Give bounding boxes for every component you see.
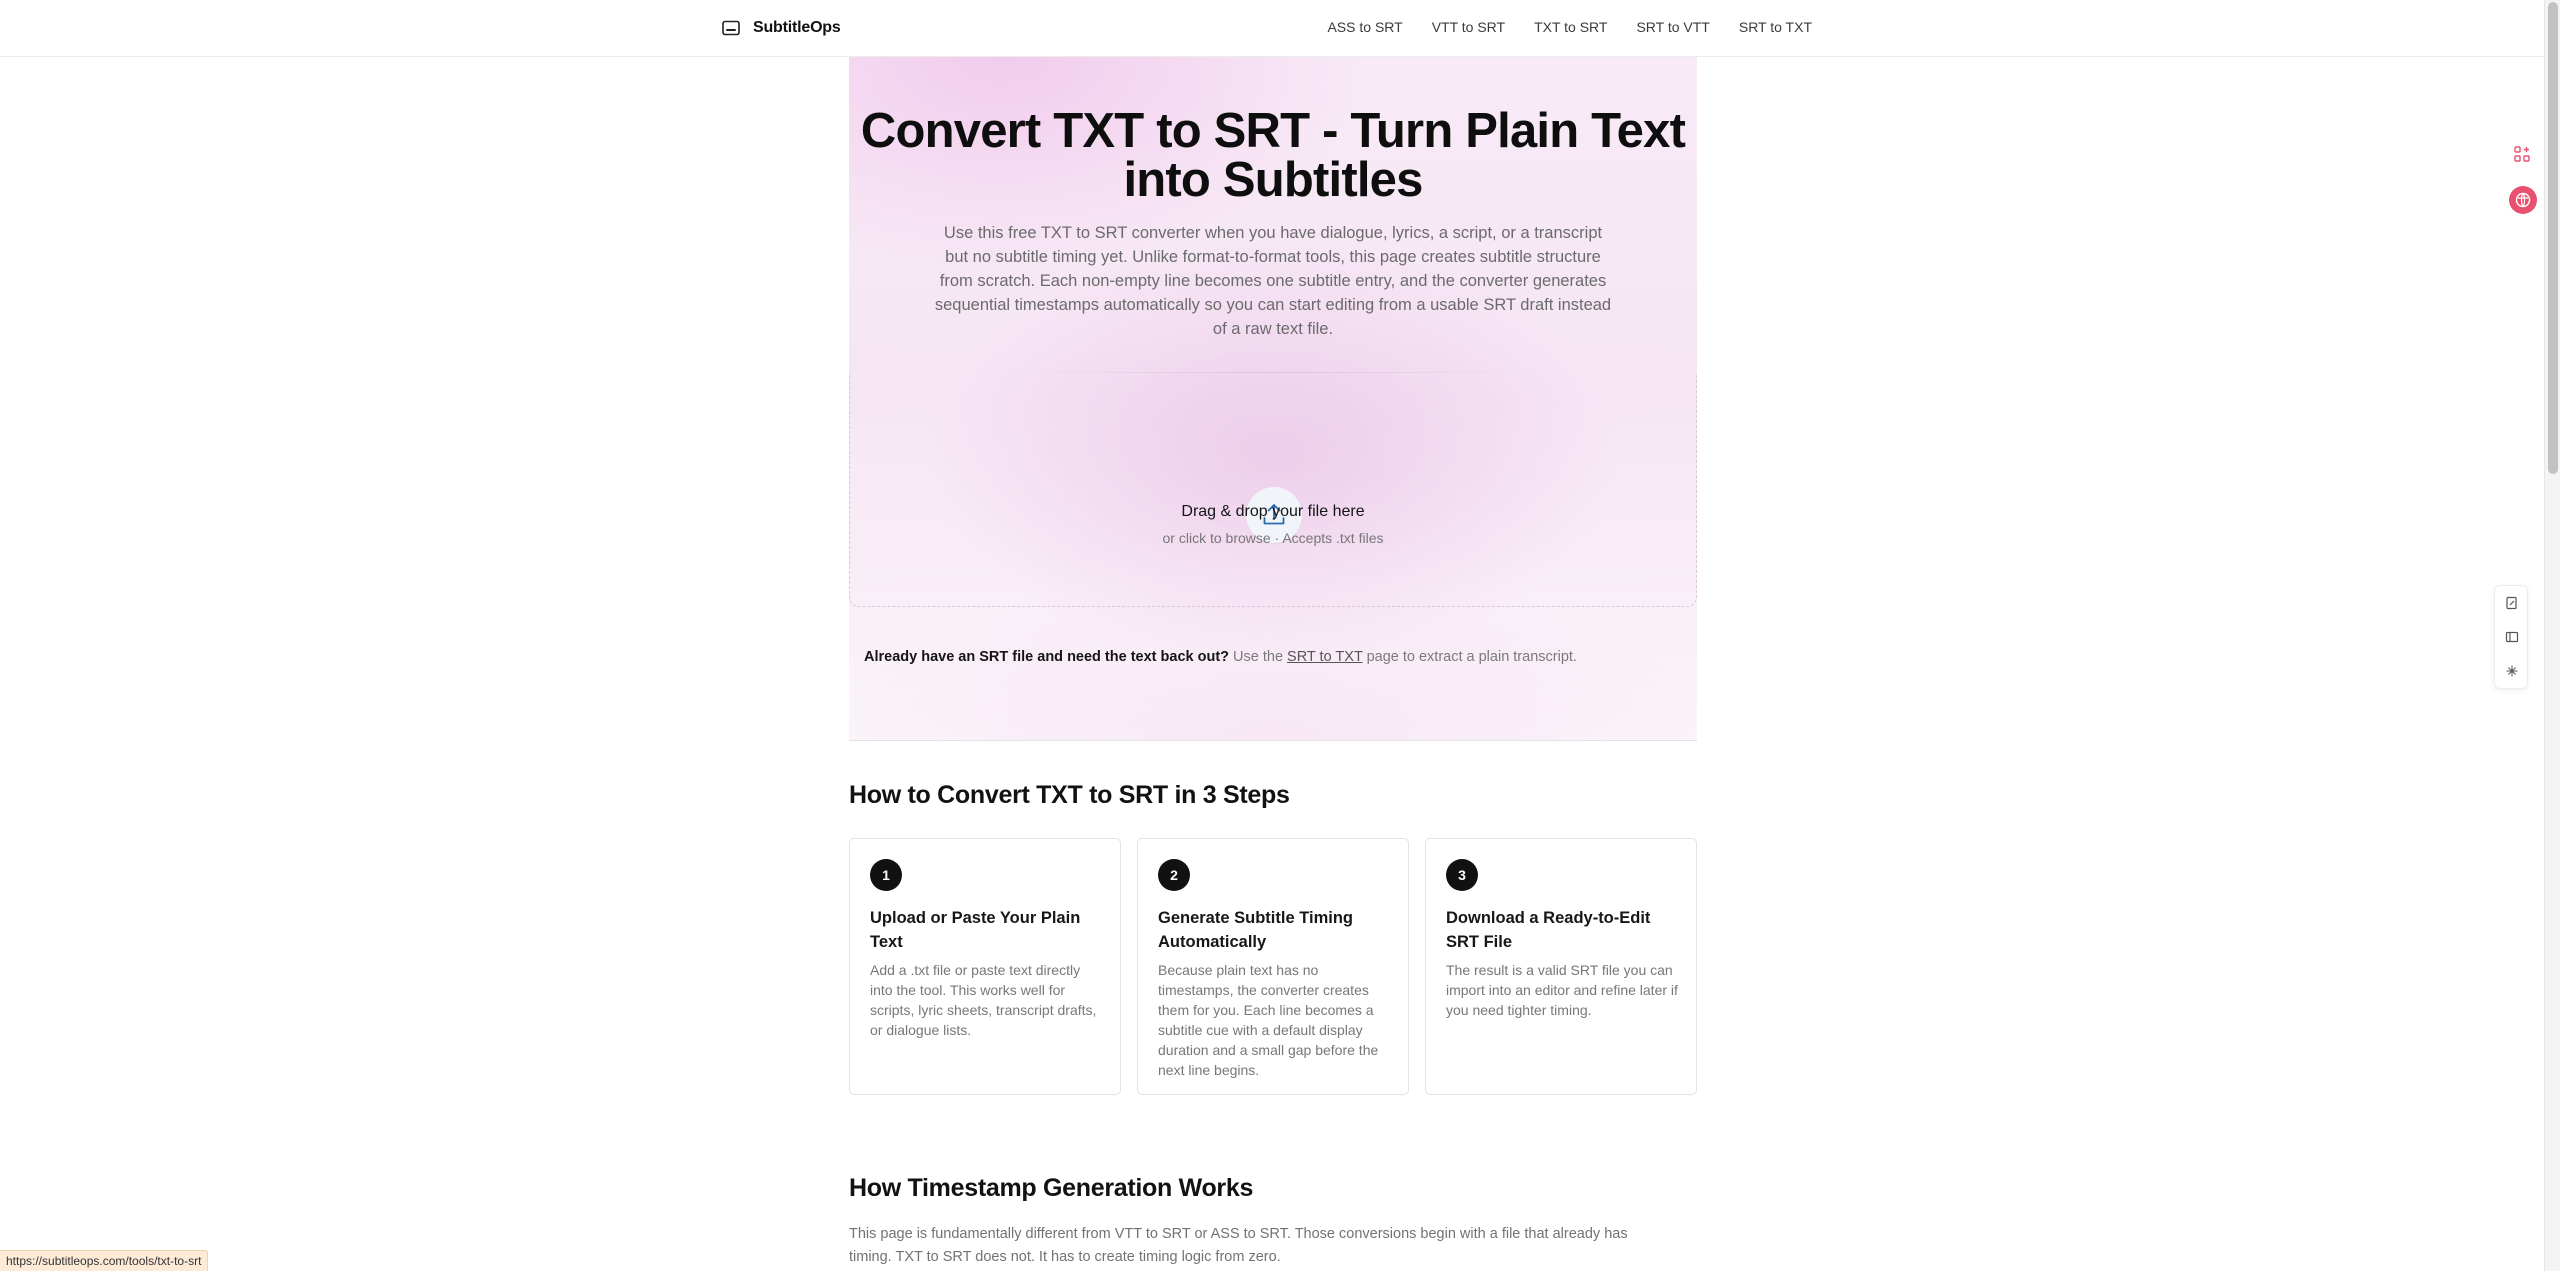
hero-description: Use this free TXT to SRT converter when … — [934, 224, 1612, 338]
main-nav: ASS to SRT VTT to SRT TXT to SRT SRT to … — [1327, 19, 1812, 35]
hero-section: Convert TXT to SRT - Turn Plain Text int… — [849, 57, 1697, 740]
nav-ass-to-srt[interactable]: ASS to SRT — [1327, 19, 1402, 35]
page-title-line-2: into Subtitles — [1123, 153, 1423, 207]
section-divider — [849, 740, 1697, 741]
step-card: 3 Download a Ready-to-Edit SRT File The … — [1425, 838, 1697, 1095]
step-title: Upload or Paste Your Plain Text — [870, 909, 1081, 951]
scrollbar-thumb[interactable] — [2548, 2, 2558, 474]
nav-srt-to-vtt[interactable]: SRT to VTT — [1636, 19, 1709, 35]
step-title: Download a Ready-to-Edit SRT File — [1446, 909, 1651, 951]
step-body: The result is a valid SRT file you can i… — [1446, 962, 1678, 1018]
brand[interactable]: SubtitleOps — [721, 18, 841, 38]
nav-txt-to-srt[interactable]: TXT to SRT — [1534, 19, 1607, 35]
dropzone-title: Drag & drop your file here — [1181, 503, 1365, 520]
srt-to-txt-link[interactable]: SRT to TXT — [1287, 649, 1363, 665]
step-number: 1 — [870, 859, 902, 891]
edit-note-icon[interactable] — [2503, 594, 2521, 612]
nav-srt-to-txt[interactable]: SRT to TXT — [1739, 19, 1812, 35]
brand-name: SubtitleOps — [753, 19, 841, 36]
note-post: page to extract a plain transcript. — [1362, 649, 1577, 665]
step-body: Because plain text has no timestamps, th… — [1158, 962, 1379, 1078]
page-scrollbar[interactable] — [2544, 0, 2560, 1271]
note-bold: Already have an SRT file and need the te… — [864, 649, 1230, 665]
side-toolbar — [2494, 585, 2528, 689]
dropzone-subtitle: or click to browse · Accepts .txt files — [1162, 530, 1384, 546]
page-title: Convert TXT to SRT - Turn Plain Text int… — [849, 107, 1697, 205]
grid-apps-icon[interactable] — [2512, 144, 2532, 164]
translate-extension-icon[interactable] — [2509, 186, 2537, 214]
hero-divider — [984, 372, 1562, 373]
step-number: 3 — [1446, 859, 1478, 891]
file-dropzone[interactable] — [849, 374, 1697, 607]
step-card: 2 Generate Subtitle Timing Automatically… — [1137, 838, 1409, 1095]
srt-to-txt-note: Already have an SRT file and need the te… — [864, 649, 1577, 665]
steps-list: 1 Upload or Paste Your Plain Text Add a … — [849, 838, 1697, 1095]
nav-vtt-to-srt[interactable]: VTT to SRT — [1432, 19, 1505, 35]
step-title: Generate Subtitle Timing Automatically — [1158, 909, 1353, 951]
panel-icon[interactable] — [2503, 628, 2521, 646]
timestamp-body: This page is fundamentally different fro… — [849, 1226, 1628, 1265]
timestamp-heading: How Timestamp Generation Works — [849, 1174, 1254, 1202]
note-pre: Use the — [1229, 649, 1288, 665]
page-title-line-1: Convert TXT to SRT - Turn Plain Text — [860, 104, 1686, 158]
step-card: 1 Upload or Paste Your Plain Text Add a … — [849, 838, 1121, 1095]
step-number: 2 — [1158, 859, 1190, 891]
status-url: https://subtitleops.com/tools/txt-to-srt — [0, 1250, 209, 1271]
steps-heading: How to Convert TXT to SRT in 3 Steps — [849, 781, 1290, 809]
sparkle-icon[interactable] — [2503, 662, 2521, 680]
subtitle-window-icon — [721, 18, 741, 38]
step-body: Add a .txt file or paste text directly i… — [870, 962, 1097, 1038]
site-header: SubtitleOps ASS to SRT VTT to SRT TXT to… — [0, 0, 2544, 57]
